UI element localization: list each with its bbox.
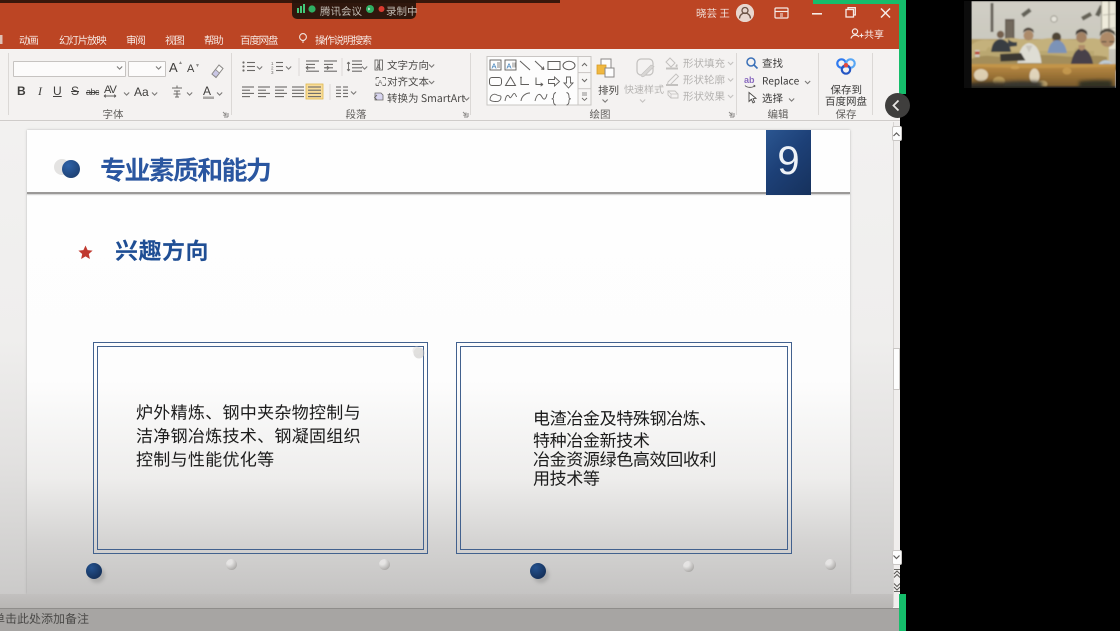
svg-text:A: A [507, 62, 512, 71]
svg-text:3: 3 [271, 70, 274, 75]
svg-text:A: A [492, 62, 497, 71]
svg-text:A: A [376, 64, 381, 71]
svg-text:ab: ab [744, 75, 755, 85]
svg-text:A: A [378, 80, 383, 87]
